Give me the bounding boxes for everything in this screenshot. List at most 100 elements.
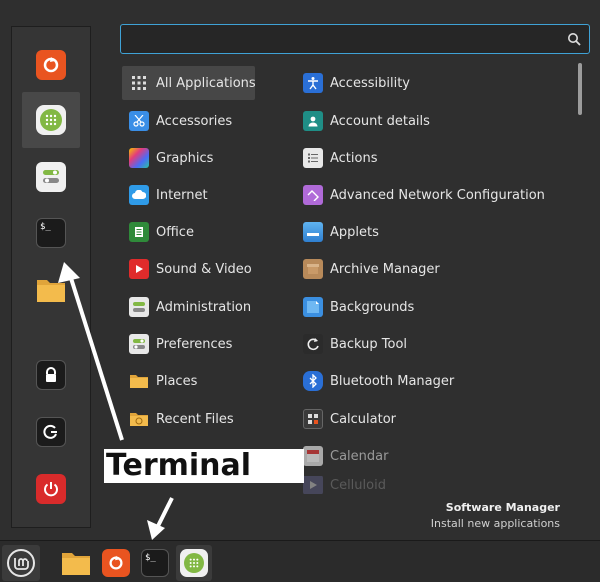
app-accessibility[interactable]: Accessibility [296, 66, 410, 100]
app-account-details[interactable]: Account details [296, 104, 430, 138]
terminal-icon: $_ [141, 549, 169, 577]
favorite-lock-screen[interactable] [22, 347, 80, 403]
category-label: All Applications [156, 75, 256, 91]
category-office[interactable]: Office [122, 215, 194, 249]
app-label: Bluetooth Manager [330, 373, 455, 389]
favorite-shutdown[interactable] [22, 461, 80, 517]
category-sound-video[interactable]: Sound & Video [122, 252, 252, 286]
admin-icon [129, 297, 149, 317]
app-label: Account details [330, 113, 430, 129]
app-label: Accessibility [330, 75, 410, 91]
category-places[interactable]: Places [122, 364, 197, 398]
category-label: Graphics [156, 150, 214, 166]
celluloid-icon [303, 476, 323, 494]
app-label: Actions [330, 150, 378, 166]
app-calculator[interactable]: Calculator [296, 402, 396, 436]
category-graphics[interactable]: Graphics [122, 141, 213, 175]
app-label: Applets [330, 224, 379, 240]
toggle-icon [129, 334, 149, 354]
app-label: Celluloid [330, 477, 386, 493]
category-label: Office [156, 224, 194, 240]
category-label: Sound & Video [156, 261, 252, 277]
cloud-icon [129, 185, 149, 205]
menu-button[interactable] [2, 545, 40, 581]
app-applets[interactable]: Applets [296, 215, 379, 249]
app-list-scrollbar[interactable] [578, 63, 582, 115]
search-input[interactable] [129, 29, 549, 49]
software-manager-icon [36, 105, 66, 135]
terminal-icon: $_ [36, 218, 66, 248]
grid-icon [129, 73, 149, 93]
search-box[interactable] [120, 24, 590, 54]
panel-window-software-manager[interactable] [176, 545, 212, 581]
app-calendar[interactable]: Calendar [296, 439, 388, 473]
color-icon [129, 148, 149, 168]
category-label: Recent Files [156, 411, 234, 427]
terminal-annotation-label: Terminal [104, 449, 304, 483]
category-preferences[interactable]: Preferences [122, 327, 232, 361]
app-actions[interactable]: Actions [296, 141, 378, 175]
search-icon[interactable] [567, 32, 581, 46]
calculator-icon [303, 409, 323, 429]
category-label: Administration [156, 299, 252, 315]
lock-icon [36, 360, 66, 390]
logout-icon [36, 417, 66, 447]
app-label: Calendar [330, 448, 389, 464]
folder-icon [129, 371, 149, 391]
recent-folder-icon [129, 409, 149, 429]
network-icon [303, 185, 323, 205]
app-label: Advanced Network Configuration [330, 187, 545, 203]
settings-icon [36, 162, 66, 192]
account-icon [303, 111, 323, 131]
backgrounds-icon [303, 297, 323, 317]
category-all-applications[interactable]: All Applications [122, 66, 256, 100]
accessibility-icon [303, 73, 323, 93]
taskbar-panel: $_ [0, 540, 600, 582]
favorite-logout[interactable] [22, 404, 80, 460]
software-manager-icon [180, 549, 208, 577]
folder-icon [62, 553, 90, 575]
category-label: Internet [156, 187, 208, 203]
folder-icon [36, 275, 66, 305]
app-advanced-network-configuration[interactable]: Advanced Network Configuration [296, 178, 545, 212]
category-label: Places [156, 373, 198, 389]
calendar-icon [303, 446, 323, 466]
app-label: Archive Manager [330, 261, 440, 277]
category-internet[interactable]: Internet [122, 178, 208, 212]
document-icon [129, 222, 149, 242]
firefox-icon [102, 549, 130, 577]
favorite-software-manager[interactable] [22, 92, 80, 148]
scissors-icon [129, 111, 149, 131]
category-accessories[interactable]: Accessories [122, 104, 232, 138]
mint-logo-icon [7, 549, 35, 577]
backup-icon [303, 334, 323, 354]
selected-app-title: Software Manager [445, 501, 560, 514]
selected-app-description: Install new applications [430, 517, 560, 530]
category-administration[interactable]: Administration [122, 290, 251, 324]
app-backgrounds[interactable]: Backgrounds [296, 290, 414, 324]
favorite-settings[interactable] [22, 149, 80, 205]
category-recent-files[interactable]: Recent Files [122, 402, 234, 436]
firefox-icon [36, 50, 66, 80]
panel-launcher-firefox[interactable] [98, 545, 134, 581]
app-celluloid[interactable]: Celluloid [296, 476, 386, 494]
app-archive-manager[interactable]: Archive Manager [296, 252, 440, 286]
app-label: Backgrounds [330, 299, 415, 315]
category-label: Preferences [156, 336, 233, 352]
play-icon [129, 259, 149, 279]
favorite-firefox[interactable] [22, 37, 80, 93]
archive-icon [303, 259, 323, 279]
app-label: Calculator [330, 411, 397, 427]
favorite-terminal[interactable]: $_ [22, 205, 80, 261]
app-label: Backup Tool [330, 336, 408, 352]
panel-launcher-files[interactable] [58, 545, 94, 581]
app-backup-tool[interactable]: Backup Tool [296, 327, 407, 361]
bluetooth-icon [303, 371, 323, 391]
favorite-files[interactable] [22, 262, 80, 318]
applets-icon [303, 222, 323, 242]
power-icon [36, 474, 66, 504]
panel-launcher-terminal[interactable]: $_ [137, 545, 173, 581]
favorites-sidebar: $_ [11, 26, 91, 528]
app-bluetooth-manager[interactable]: Bluetooth Manager [296, 364, 454, 398]
list-icon [303, 148, 323, 168]
